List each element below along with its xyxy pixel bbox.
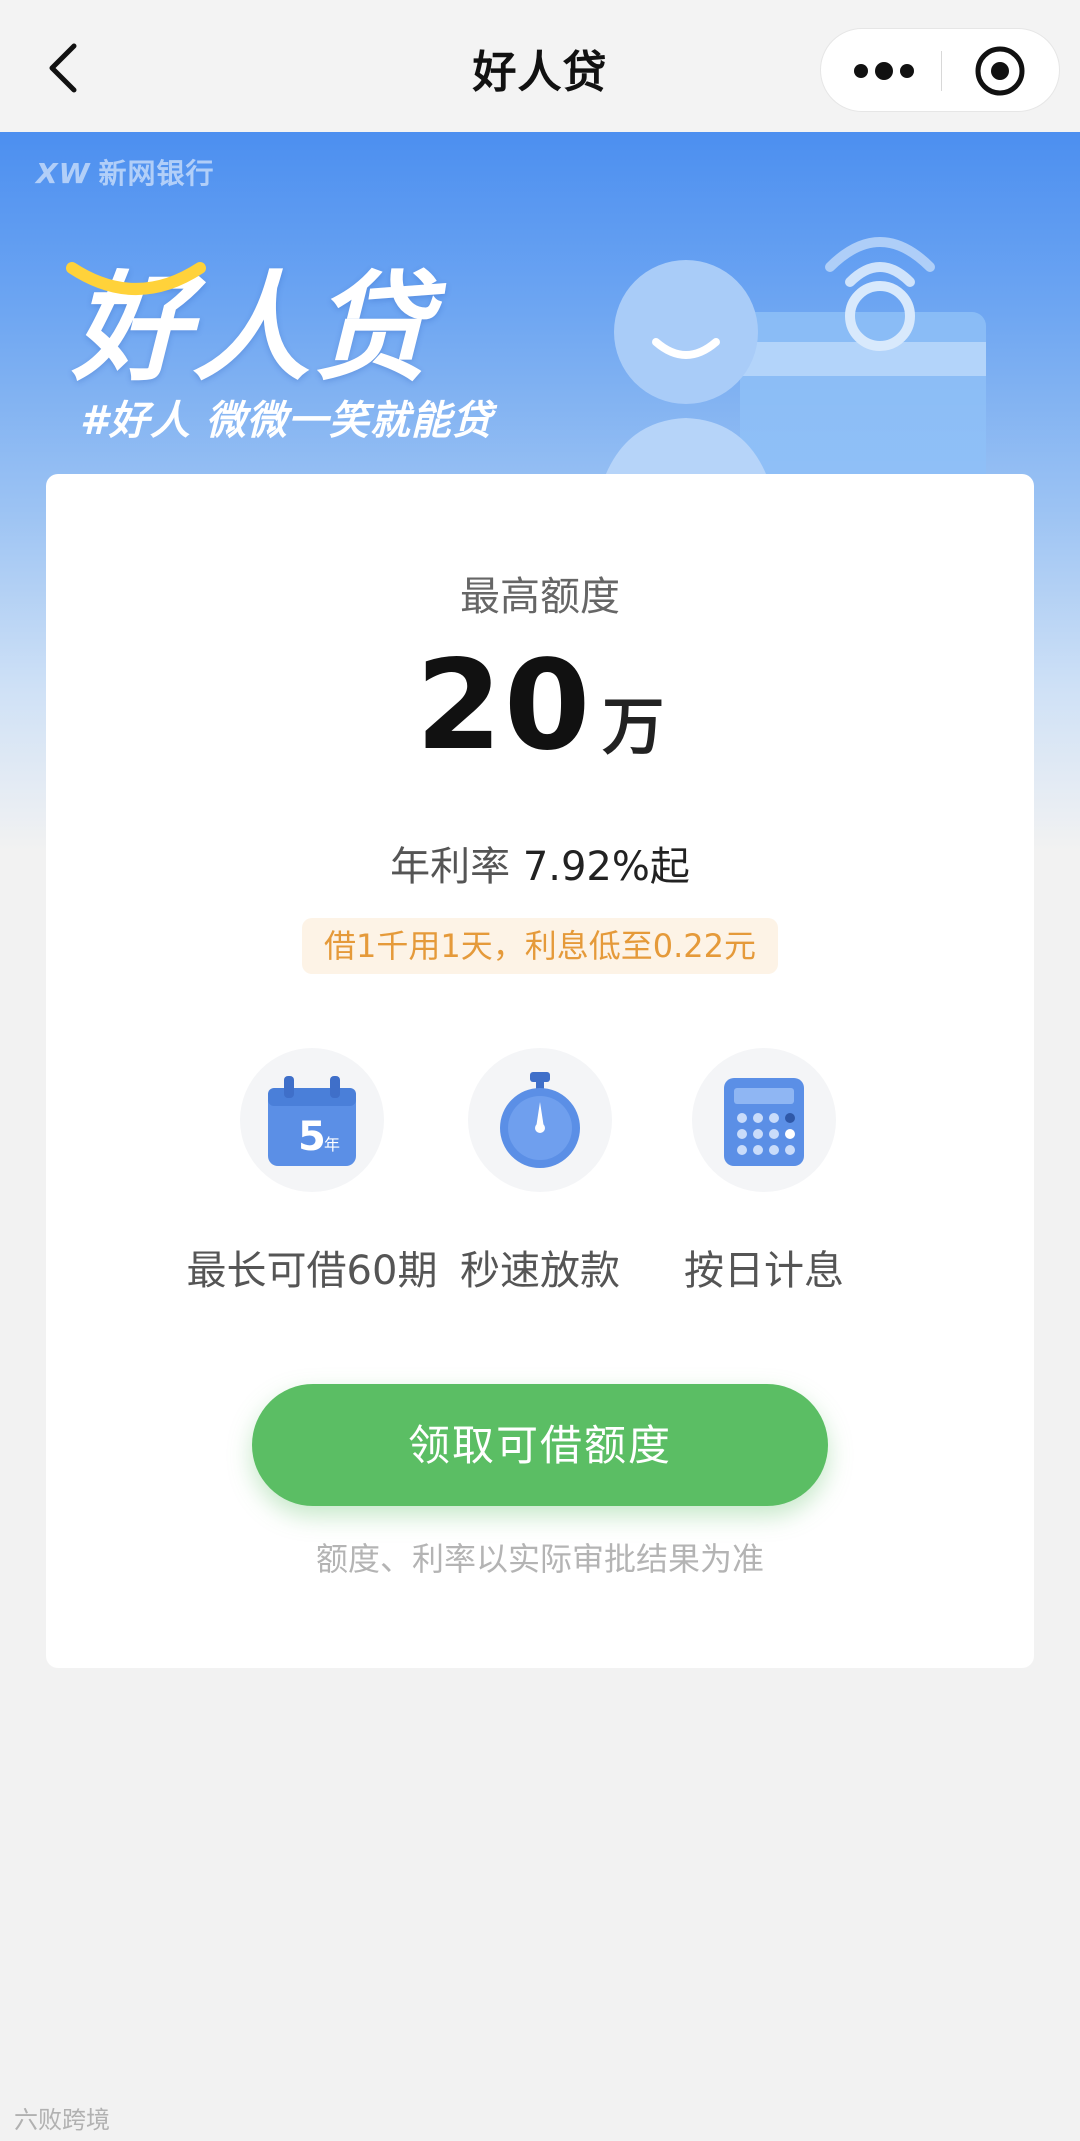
promo-tag: 借1千用1天，利息低至0.22元 bbox=[302, 918, 778, 974]
limit-unit: 万 bbox=[602, 690, 665, 763]
stopwatch-icon bbox=[500, 1072, 580, 1168]
more-button[interactable] bbox=[821, 29, 941, 113]
bank-logo-mark: XW bbox=[36, 157, 91, 190]
close-mini-program-button[interactable] bbox=[942, 29, 1060, 113]
calendar-icon-unit: 年 bbox=[324, 1135, 340, 1154]
smile-icon bbox=[66, 262, 206, 295]
calculator-icon bbox=[724, 1078, 804, 1166]
loan-offer-card: 最高额度 20 万 年利率 7.92%起 借1千用1天，利息低至0.22元 5 年… bbox=[46, 474, 1034, 1668]
mini-program-capsule bbox=[820, 28, 1060, 112]
limit-value: 20 bbox=[415, 634, 593, 778]
feature-label: 按日计息 bbox=[684, 1248, 844, 1294]
nav-bar: 好人贷 bbox=[0, 0, 1080, 132]
disclaimer-text: 额度、利率以实际审批结果为准 bbox=[315, 1540, 764, 1578]
rate-value: 7.92%起 bbox=[522, 844, 690, 890]
more-dots-icon bbox=[854, 62, 914, 80]
rate-label: 年利率 bbox=[390, 844, 511, 890]
watermark: 六败跨境 bbox=[14, 2106, 110, 2134]
bank-logo: XW 新网银行 bbox=[36, 152, 215, 192]
brand-slogan: #好人 微微一笑就能贷 bbox=[80, 398, 493, 444]
feature-daily-interest: 按日计息 bbox=[614, 1048, 914, 1296]
limit-value-row: 20 万 bbox=[46, 634, 1034, 778]
calculator-icon-wrap bbox=[692, 1048, 836, 1192]
claim-credit-limit-button[interactable]: 领取可借额度 bbox=[252, 1384, 828, 1506]
stopwatch-icon-wrap bbox=[468, 1048, 612, 1192]
interest-rate-row: 年利率 7.92%起 bbox=[46, 834, 1034, 892]
calendar-icon-wrap: 5 年 bbox=[240, 1048, 384, 1192]
calendar-icon: 5 年 bbox=[268, 1076, 356, 1166]
target-close-icon bbox=[975, 46, 1025, 96]
calendar-icon-number: 5 bbox=[298, 1114, 326, 1160]
bank-logo-name: 新网银行 bbox=[98, 157, 215, 190]
limit-label: 最高额度 bbox=[460, 574, 620, 620]
